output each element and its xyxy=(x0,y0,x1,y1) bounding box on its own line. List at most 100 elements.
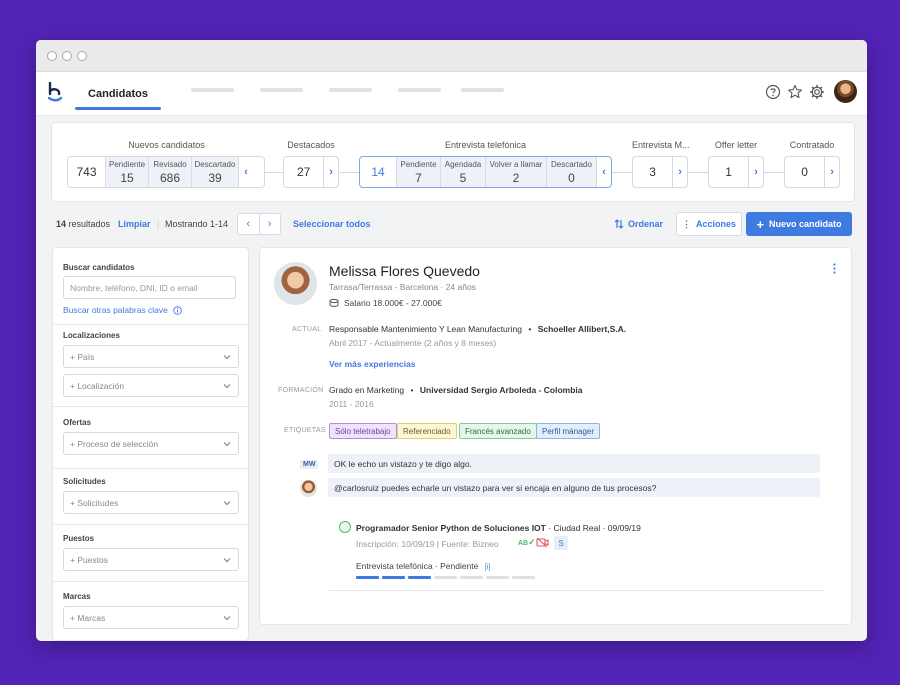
tab-candidatos[interactable]: Candidatos xyxy=(75,72,161,116)
nav-placeholder[interactable] xyxy=(461,88,504,92)
stage-connector xyxy=(339,172,359,173)
title-bar xyxy=(36,40,867,72)
substage-descartado[interactable]: Descartado 39 xyxy=(191,157,238,187)
location-select-value: + Localización xyxy=(70,380,125,391)
filter-solicitudes: Solicitudes + Solicitudes xyxy=(53,468,248,524)
window-minimize-button[interactable] xyxy=(62,51,72,61)
progress-step xyxy=(356,576,379,579)
chevron-down-icon xyxy=(223,384,231,389)
stage-total[interactable]: 0 xyxy=(785,157,824,187)
application-job: Programador Senior Python de Soluciones … xyxy=(356,523,546,533)
nav-placeholder[interactable] xyxy=(191,88,234,92)
status-text: Entrevista telefónica · Pendiente xyxy=(356,561,479,571)
job-title: Responsable Mantenimiento Y Lean Manufac… xyxy=(329,324,522,334)
tag-referenciado[interactable]: Referenciado xyxy=(397,423,457,439)
chevron-right-icon[interactable]: ‹ xyxy=(238,157,253,187)
stage-destacados[interactable]: 27 › xyxy=(283,156,339,188)
actions-button[interactable]: ⋮ Acciones xyxy=(676,212,742,236)
bullet: • xyxy=(410,385,414,395)
help-icon[interactable] xyxy=(765,84,781,100)
clear-filters-link[interactable]: Limpiar xyxy=(118,219,151,229)
sort-label: Ordenar xyxy=(628,219,664,229)
tag-frances-avanzado[interactable]: Francés avanzado xyxy=(459,423,537,439)
score-badge[interactable]: S xyxy=(554,536,568,550)
more-experience-link[interactable]: Ver más experiencias xyxy=(329,359,415,369)
results-count-label: resultados xyxy=(68,219,111,229)
stage-contratado[interactable]: 0 › xyxy=(784,156,840,188)
chevron-down-icon xyxy=(223,501,231,506)
progress-step xyxy=(512,576,535,579)
nav-placeholder[interactable] xyxy=(329,88,372,92)
keywords-link[interactable]: Buscar otras palabras clave xyxy=(63,305,182,315)
stage-entrevista-m[interactable]: 3 › xyxy=(632,156,688,188)
user-avatar[interactable] xyxy=(834,80,857,103)
chevron-right-icon[interactable]: › xyxy=(748,157,763,187)
logo-icon[interactable] xyxy=(47,82,63,102)
select-all-link[interactable]: Seleccionar todos xyxy=(293,219,371,229)
stage-total[interactable]: 27 xyxy=(284,157,323,187)
gear-icon[interactable] xyxy=(809,84,825,100)
new-candidate-button[interactable]: + Nuevo candidato xyxy=(746,212,852,236)
stage-total[interactable]: 3 xyxy=(633,157,672,187)
sort-button[interactable]: Ordenar xyxy=(614,219,663,229)
positions-select[interactable]: + Puestos xyxy=(63,548,239,571)
keywords-label: Buscar otras palabras clave xyxy=(63,305,168,315)
application-place-date: · Ciudad Real · 09/09/19 xyxy=(548,523,641,533)
location-select[interactable]: + Localización xyxy=(63,374,239,397)
prev-page-button[interactable]: ‹ xyxy=(238,214,259,234)
substage-value: 2 xyxy=(512,170,520,185)
process-select-value: + Proceso de selección xyxy=(70,438,159,449)
actions-label: Acciones xyxy=(695,219,737,229)
tag-perfil-manager[interactable]: Perfil mánager xyxy=(536,423,601,439)
comment: OK le echo un vistazo y te digo algo. xyxy=(328,454,820,473)
substage-descartado[interactable]: Descartado 0 xyxy=(546,157,596,187)
substage-pendiente[interactable]: Pendiente 15 xyxy=(105,157,148,187)
star-icon[interactable] xyxy=(787,84,803,100)
stage-entrevista-telefonica[interactable]: 14 Pendiente 7 Agendada 5 Volver a llama… xyxy=(359,156,612,188)
window-maximize-button[interactable] xyxy=(77,51,87,61)
education-dates: 2011 - 2016 xyxy=(329,399,374,409)
separator: | xyxy=(157,219,160,229)
education-label: FORMACIÓN xyxy=(278,387,324,394)
pagination: ‹ › xyxy=(237,213,281,235)
nav-placeholder[interactable] xyxy=(260,88,303,92)
stage-connector xyxy=(688,172,708,173)
stage-total[interactable]: 14 xyxy=(360,157,396,187)
substage-pendiente[interactable]: Pendiente 7 xyxy=(396,157,440,187)
search-input[interactable]: Nombre, teléfono, DNI, ID o email xyxy=(63,276,236,299)
substage-revisado[interactable]: Revisado 686 xyxy=(148,157,191,187)
plus-icon: + xyxy=(756,216,765,232)
substage-volver-a-llamar[interactable]: Volver a llamar 2 xyxy=(485,157,546,187)
window-close-button[interactable] xyxy=(47,51,57,61)
chevron-right-icon[interactable]: › xyxy=(824,157,839,187)
stage-total[interactable]: 1 xyxy=(709,157,748,187)
video-off-icon[interactable] xyxy=(536,537,549,548)
info-icon xyxy=(173,305,182,315)
substage-agendada[interactable]: Agendada 5 xyxy=(440,157,485,187)
next-page-button[interactable]: › xyxy=(258,214,281,234)
filter-title: Puestos xyxy=(63,534,95,543)
more-options-icon[interactable]: · · · xyxy=(833,258,837,279)
status-info-marker[interactable]: [i] xyxy=(485,564,490,571)
pipeline-stages: Nuevos candidatos 743 Pendiente 15 Revis… xyxy=(51,122,855,202)
applications-select[interactable]: + Solicitudes xyxy=(63,491,239,514)
candidate-name: Melissa Flores Quevedo xyxy=(329,263,480,279)
chevron-right-icon[interactable]: › xyxy=(323,157,338,187)
brands-select[interactable]: + Marcas xyxy=(63,606,239,629)
current-job: Responsable Mantenimiento Y Lean Manufac… xyxy=(329,324,626,334)
chevron-right-icon[interactable]: › xyxy=(672,157,687,187)
application-title[interactable]: Programador Senior Python de Soluciones … xyxy=(356,523,641,533)
browser-window: Candidatos Nuevos candidatos 743 Pendien… xyxy=(36,40,867,641)
filter-marcas: Marcas + Marcas xyxy=(53,581,248,640)
stage-offer-letter[interactable]: 1 › xyxy=(708,156,764,188)
ab-check-icon[interactable]: AB✓ xyxy=(518,537,536,548)
stage-title-nuevos: Nuevos candidatos xyxy=(128,140,205,150)
tag-solo-teletrabajo[interactable]: Sólo teletrabajo xyxy=(329,423,397,439)
process-select[interactable]: + Proceso de selección xyxy=(63,432,239,455)
nav-placeholder[interactable] xyxy=(398,88,441,92)
stage-connector xyxy=(265,172,283,173)
chevron-left-icon[interactable]: ‹ xyxy=(596,157,611,187)
stage-total[interactable]: 743 xyxy=(68,157,105,187)
country-select[interactable]: + País xyxy=(63,345,239,368)
stage-nuevos[interactable]: 743 Pendiente 15 Revisado 686 Descartado… xyxy=(67,156,265,188)
